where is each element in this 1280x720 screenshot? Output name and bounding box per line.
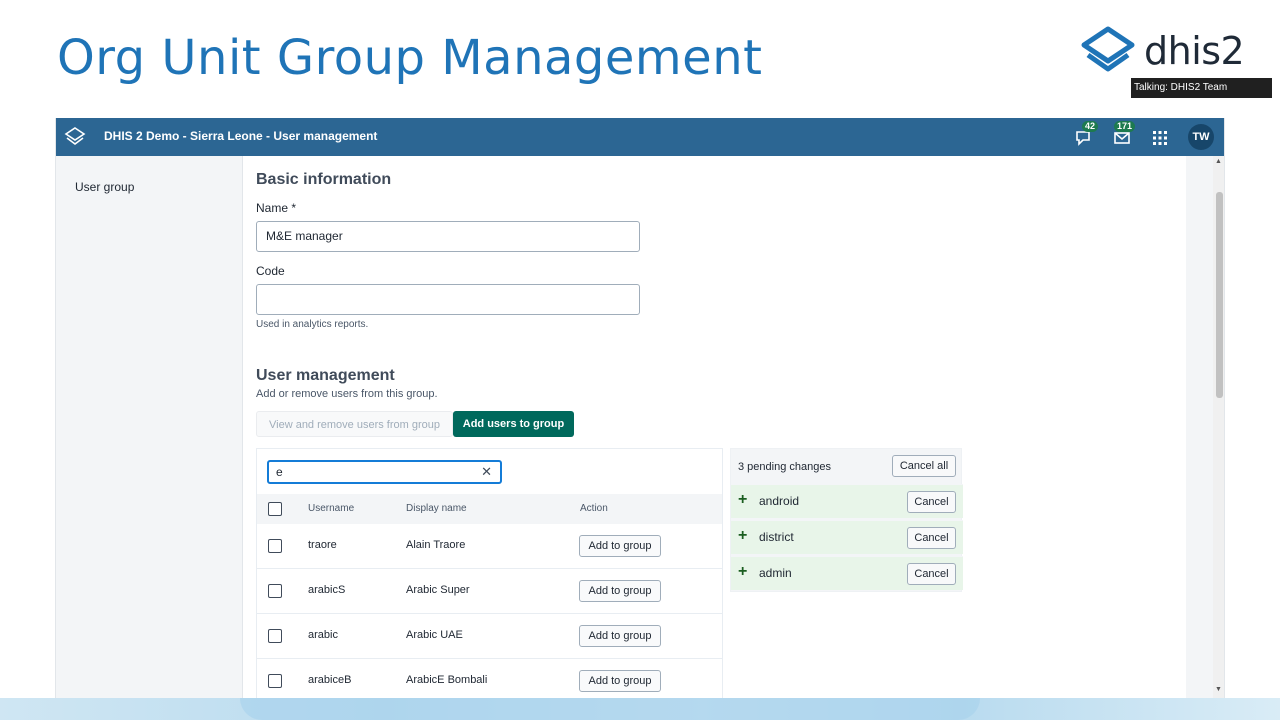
pending-changes-panel: 3 pending changes Cancel all + android C… [730, 448, 963, 592]
name-label: Name * [256, 201, 297, 215]
cancel-button[interactable]: Cancel [907, 491, 956, 513]
dhis2-header-logo-icon[interactable] [64, 126, 86, 148]
table-row: arabiceB ArabicE Bombali Add to group [257, 659, 722, 698]
row-checkbox[interactable] [268, 629, 282, 643]
user-management-heading: User management [256, 367, 395, 384]
pending-item: + admin Cancel [731, 556, 963, 590]
code-help-text: Used in analytics reports. [256, 319, 369, 330]
search-value: e [276, 465, 283, 479]
slide-title: Org Unit Group Management [57, 30, 763, 86]
scroll-down-icon[interactable]: ▼ [1215, 686, 1222, 693]
sidebar: User group [56, 156, 229, 698]
plus-icon: + [738, 563, 748, 580]
code-label: Code [256, 264, 285, 278]
cancel-button[interactable]: Cancel [907, 527, 956, 549]
display-name-cell: Alain Traore [406, 539, 466, 551]
username-cell: arabicS [308, 584, 346, 596]
logo-text: dhis2 [1144, 29, 1245, 73]
row-checkbox[interactable] [268, 674, 282, 688]
pending-item-name: admin [759, 566, 792, 580]
add-to-group-button[interactable]: Add to group [579, 625, 661, 647]
column-display-name: Display name [406, 503, 467, 514]
interpretations-badge: 42 [1082, 121, 1099, 132]
add-to-group-button[interactable]: Add to group [579, 670, 661, 692]
pending-item: + district Cancel [731, 520, 963, 554]
app-window: DHIS 2 Demo - Sierra Leone - User manage… [55, 118, 1225, 698]
footer-wave [240, 698, 980, 720]
dhis2-logo: dhis2 [1080, 24, 1250, 78]
talking-indicator: Talking: DHIS2 Team [1131, 78, 1272, 98]
app-title: DHIS 2 Demo - Sierra Leone - User manage… [104, 129, 378, 143]
pending-item-name: district [759, 530, 794, 544]
plus-icon: + [738, 491, 748, 508]
sidebar-item-user-group[interactable]: User group [75, 180, 134, 194]
tab-view-remove-users[interactable]: View and remove users from group [256, 411, 453, 437]
user-search-panel: e ✕ Username Display name Action traore … [256, 448, 723, 698]
code-field[interactable] [256, 284, 640, 315]
basic-information-heading: Basic information [256, 171, 392, 188]
pending-changes-title: 3 pending changes [738, 461, 831, 473]
pending-item-name: android [759, 494, 800, 508]
table-row: arabicS Arabic Super Add to group [257, 569, 722, 614]
plus-icon: + [738, 527, 748, 544]
clear-search-icon[interactable]: ✕ [481, 462, 492, 482]
pending-item: + android Cancel [731, 484, 963, 518]
form-content: Basic information Name * M&E manager Cod… [242, 156, 1186, 698]
cancel-button[interactable]: Cancel [907, 563, 956, 585]
table-row: arabic Arabic UAE Add to group [257, 614, 722, 659]
table-row: traore Alain Traore Add to group [257, 524, 722, 569]
cancel-all-button[interactable]: Cancel all [892, 455, 956, 477]
select-all-checkbox[interactable] [268, 502, 282, 516]
search-input[interactable]: e ✕ [267, 460, 502, 484]
username-cell: arabiceB [308, 674, 352, 686]
name-field[interactable]: M&E manager [256, 221, 640, 252]
display-name-cell: ArabicE Bombali [406, 674, 488, 686]
display-name-cell: Arabic Super [406, 584, 470, 596]
row-checkbox[interactable] [268, 584, 282, 598]
scrollbar-thumb[interactable] [1216, 192, 1223, 398]
table-header: Username Display name Action [257, 494, 722, 524]
dhis2-logo-icon [1081, 26, 1135, 72]
row-checkbox[interactable] [268, 539, 282, 553]
vertical-scrollbar[interactable]: ▲ ▼ [1213, 156, 1224, 698]
user-management-subtitle: Add or remove users from this group. [256, 388, 438, 400]
username-cell: arabic [308, 629, 338, 641]
column-username: Username [308, 503, 355, 514]
slide-footer-decoration [0, 698, 1280, 720]
add-to-group-button[interactable]: Add to group [579, 580, 661, 602]
scroll-up-icon[interactable]: ▲ [1215, 158, 1222, 165]
column-action: Action [580, 503, 608, 514]
display-name-cell: Arabic UAE [406, 629, 463, 641]
username-cell: traore [308, 539, 337, 551]
tab-add-users[interactable]: Add users to group [453, 411, 574, 437]
add-to-group-button[interactable]: Add to group [579, 535, 661, 557]
header-bar: DHIS 2 Demo - Sierra Leone - User manage… [56, 118, 1224, 156]
user-avatar[interactable]: TW [1188, 124, 1214, 150]
messages-badge: 171 [1114, 121, 1136, 132]
apps-grid-icon[interactable] [1150, 128, 1170, 148]
